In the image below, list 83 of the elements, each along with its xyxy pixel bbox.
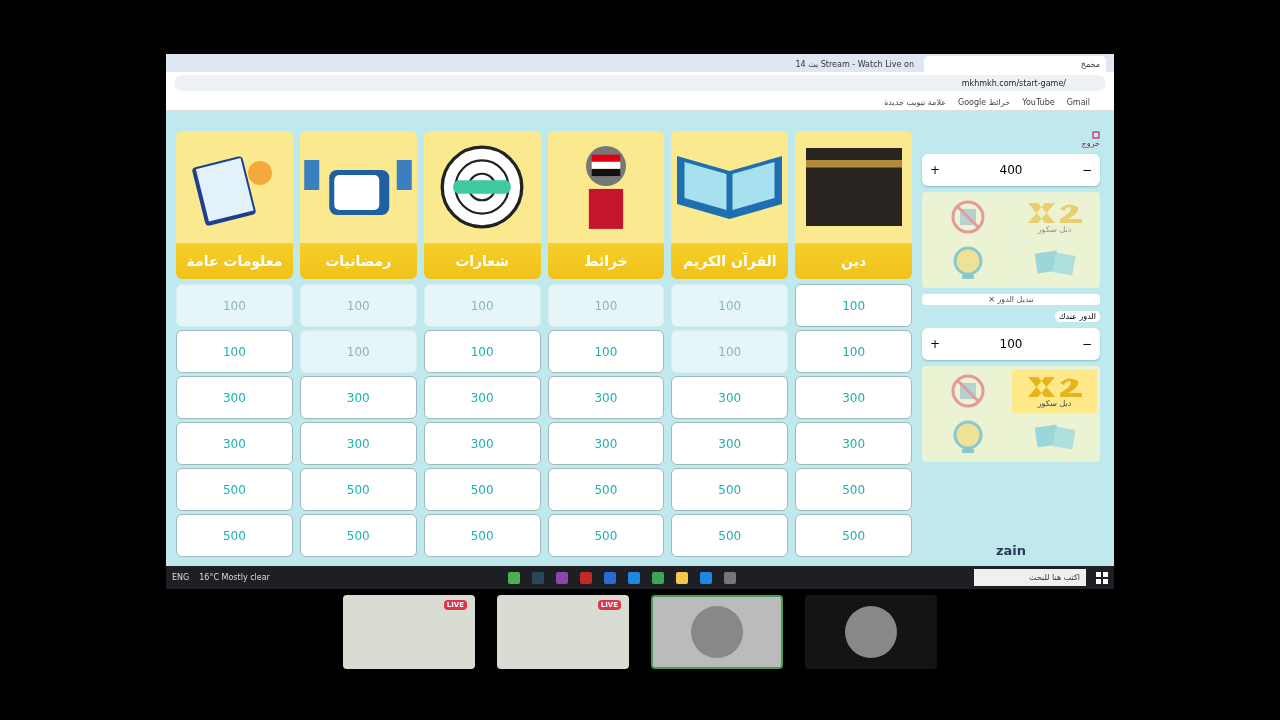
question-value-button[interactable]: 300 <box>423 376 541 419</box>
lifeline-label: دبل سكور <box>1037 398 1072 408</box>
score-value: 100 <box>999 337 1023 351</box>
question-value-button[interactable]: 500 <box>671 514 789 557</box>
switch-turn-button[interactable]: ✕ تبديل الدور <box>922 294 1100 305</box>
question-value-button[interactable]: 100 <box>547 330 665 373</box>
taskbar-app-icon[interactable] <box>651 571 664 584</box>
score-value: 400 <box>999 163 1023 177</box>
question-value-button[interactable]: 100 <box>176 330 293 373</box>
question-value-button[interactable]: 300 <box>423 422 541 465</box>
category-title: خرائط <box>547 243 665 279</box>
plus-button[interactable]: + <box>930 163 941 177</box>
no-entry-icon <box>949 373 986 409</box>
question-value-button[interactable]: 100 <box>423 330 541 373</box>
category-title: معلومات عامة <box>176 243 293 279</box>
question-value-button[interactable]: 300 <box>176 376 293 419</box>
question-value-button[interactable]: 500 <box>547 514 665 557</box>
taskbar-search-field[interactable]: اكتب هنا للبحث <box>974 569 1086 586</box>
lifeline-label: دبل سكور <box>1037 224 1072 234</box>
question-value-button[interactable]: 500 <box>671 468 789 511</box>
exit-label[interactable]: خروج <box>1081 139 1100 148</box>
participant-tile[interactable] <box>651 595 783 669</box>
avatar-placeholder <box>845 606 897 658</box>
question-value-button[interactable]: 500 <box>423 514 541 557</box>
category-title: دين <box>795 243 912 279</box>
question-value-button[interactable]: 100 <box>547 284 665 327</box>
weather-text: 16°C Mostly clear <box>199 573 270 582</box>
taskbar-app-icon[interactable] <box>699 571 712 584</box>
question-value-button[interactable]: 500 <box>423 468 541 511</box>
question-value-button[interactable]: 100 <box>423 284 541 327</box>
taskbar-app-icon[interactable] <box>675 571 688 584</box>
question-value-button[interactable]: 500 <box>176 514 293 557</box>
category-title: شعارات <box>423 243 541 279</box>
question-value-button[interactable]: 500 <box>299 514 417 557</box>
bookmark-link[interactable]: YouTube <box>1022 97 1055 107</box>
question-value-button[interactable]: 100 <box>671 284 789 327</box>
question-value-button[interactable]: 300 <box>176 422 293 465</box>
browser-tab[interactable]: مخمخ <box>924 56 1106 72</box>
address-bar[interactable]: mkhmkh.com/start-game/ <box>174 75 1106 91</box>
avatar-placeholder <box>691 606 743 658</box>
question-value-button[interactable]: 300 <box>795 422 912 465</box>
question-value-button[interactable]: 100 <box>176 284 293 327</box>
question-value-button[interactable]: 100 <box>299 330 417 373</box>
browser-tab[interactable]: بث 14 Stream - Watch Live on <box>738 56 920 72</box>
lifeline-card[interactable] <box>925 415 1010 459</box>
taskbar-app-icon[interactable] <box>507 571 520 584</box>
bookmark-link[interactable]: Google خرائط <box>957 97 1011 107</box>
question-value-button[interactable]: 100 <box>795 330 912 373</box>
plus-button[interactable]: + <box>930 337 941 351</box>
question-value-button[interactable]: 300 <box>547 422 665 465</box>
bookmark-link[interactable]: Gmail <box>1066 97 1090 107</box>
question-value-button[interactable]: 300 <box>547 376 665 419</box>
taskbar-app-icon[interactable] <box>627 571 640 584</box>
question-value-button[interactable]: 100 <box>299 284 417 327</box>
minus-button[interactable]: − <box>1081 163 1092 177</box>
question-value-button[interactable]: 500 <box>176 468 293 511</box>
question-value-button[interactable]: 100 <box>795 284 912 327</box>
question-value-button[interactable]: 100 <box>671 330 789 373</box>
minus-button[interactable]: − <box>1081 337 1092 351</box>
question-value-button[interactable]: 300 <box>299 376 417 419</box>
question-value-button[interactable]: 500 <box>795 468 912 511</box>
turn-label: الدور عندك <box>1054 311 1100 322</box>
question-value-button[interactable]: 300 <box>299 422 417 465</box>
question-value-button[interactable]: 300 <box>795 376 912 419</box>
question-value-button[interactable]: 500 <box>547 468 665 511</box>
question-value-button[interactable]: 300 <box>671 422 789 465</box>
lifeline-card[interactable] <box>925 369 1010 413</box>
participant-tile[interactable] <box>805 595 937 669</box>
lifeline-card[interactable]: دبل سكور <box>1012 369 1097 413</box>
language-indicator[interactable]: ENG <box>172 573 190 582</box>
category-title: رمضانيات <box>299 243 417 279</box>
sponsor-logo: zain <box>995 543 1027 558</box>
question-value-button[interactable]: 500 <box>795 514 912 557</box>
category-title: القرآن الكريم <box>671 243 789 279</box>
exit-icon <box>1092 131 1100 139</box>
lifeline-card[interactable] <box>925 195 1010 239</box>
no-entry-icon <box>949 199 986 235</box>
bookmark-link[interactable]: علامة تبويب جديدة <box>884 97 946 107</box>
lifeline-card[interactable] <box>925 241 1010 285</box>
windows-logo-icon[interactable] <box>1096 571 1108 584</box>
question-value-button[interactable]: 300 <box>671 376 789 419</box>
question-value-button[interactable]: 500 <box>299 468 417 511</box>
lifeline-card[interactable]: دبل سكور <box>1012 195 1097 239</box>
